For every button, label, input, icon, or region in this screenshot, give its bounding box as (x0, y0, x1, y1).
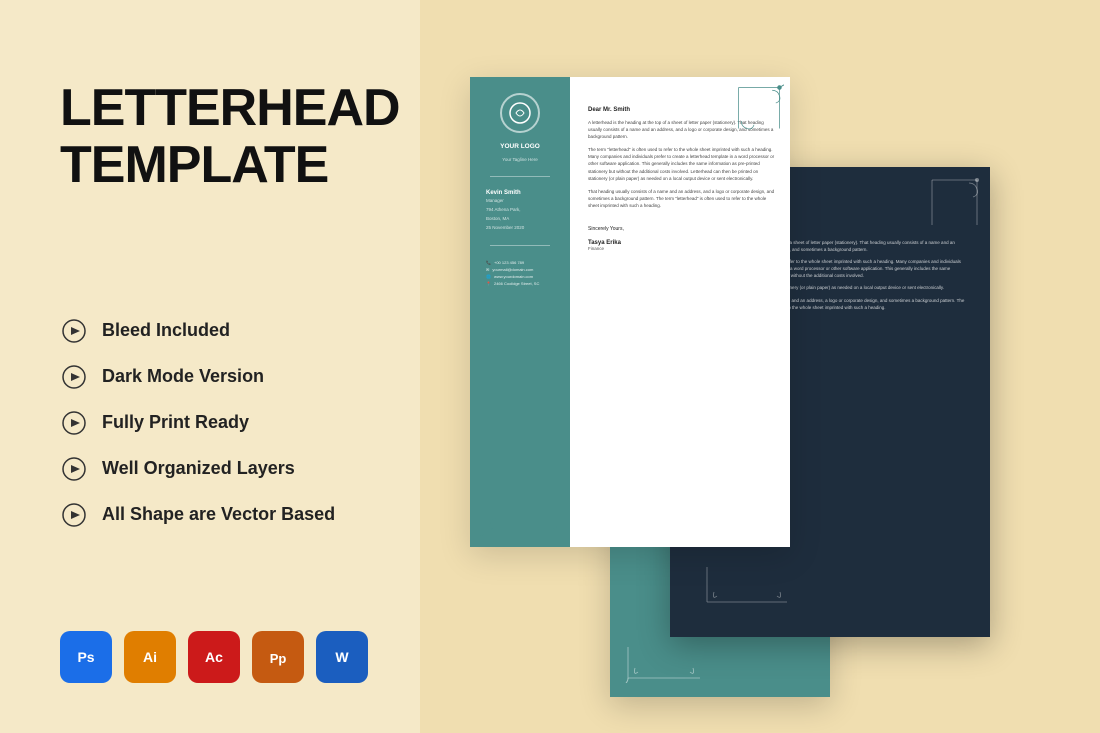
bottom-left-ornament (478, 494, 568, 539)
date: 25 November 2020 (486, 225, 554, 232)
letter-closing: Sincerely Yours, (588, 226, 776, 232)
feature-darkmode-label: Dark Mode Version (102, 366, 264, 387)
divider1 (490, 176, 550, 177)
feature-bleed-label: Bleed Included (102, 320, 230, 341)
layers-icon (60, 455, 88, 483)
sign-role: Finance (588, 246, 776, 251)
powerpoint-icon: Pp (252, 631, 304, 683)
letter-body2: The term "letterhead" is often used to r… (588, 146, 776, 182)
feature-layers: Well Organized Layers (60, 455, 370, 483)
person-title: Manager (486, 198, 554, 205)
address-line2: Boston, MA (486, 216, 554, 223)
website: www.yourdomain.com (494, 274, 533, 279)
address-row: 📍 2466 Coolidge Street, SC (486, 281, 554, 286)
corner-ornament-tr (734, 83, 784, 133)
illustrator-icon: Ai (124, 631, 176, 683)
print-icon (60, 409, 88, 437)
teal-bottom-ornament (624, 643, 704, 683)
page-title: LETTERHEAD TEMPLATE (60, 80, 370, 194)
address-line1: 794 Athena Park, (486, 207, 554, 214)
feature-bleed: Bleed Included (60, 317, 370, 345)
teal-sidebar: YOUR LOGO Your Tagline Here Kevin Smith … (470, 77, 570, 547)
feature-vector: All Shape are Vector Based (60, 501, 370, 529)
contact-methods: 📞 +00 123 456 789 ✉ yourmail@domain.com … (480, 260, 560, 286)
title-line1: LETTERHEAD (60, 79, 400, 137)
svg-text:Pp: Pp (270, 651, 287, 666)
person-name: Kevin Smith (486, 190, 554, 196)
website-row: 🌐 www.yourdomain.com (486, 274, 554, 279)
pages-container: YOUR LOGO Your Tagline Here Kevin Smith … (470, 57, 1050, 677)
features-list: Bleed Included Dark Mode Version Fully (60, 317, 370, 529)
word-icon: W (316, 631, 368, 683)
logo-tagline: Your Tagline Here (502, 157, 538, 162)
email: yourmail@domain.com (492, 267, 533, 272)
divider2 (490, 245, 550, 246)
email-row: ✉ yourmail@domain.com (486, 267, 554, 272)
logo-circle (500, 93, 540, 133)
address-short: 2466 Coolidge Street, SC (494, 281, 539, 286)
feature-vector-label: All Shape are Vector Based (102, 504, 335, 525)
vector-icon (60, 501, 88, 529)
title-line2: TEMPLATE (60, 136, 328, 194)
photoshop-icon: Ps (60, 631, 112, 683)
acrobat-icon: Ac (188, 631, 240, 683)
page-content: Dear Mr. Smith A letterhead is the headi… (578, 77, 790, 547)
dark-bottom-ornament (702, 562, 792, 607)
phone-row: 📞 +00 123 456 789 (486, 260, 554, 265)
page-light: YOUR LOGO Your Tagline Here Kevin Smith … (470, 77, 790, 547)
letter-body3: That heading usually consists of a name … (588, 188, 776, 210)
title-section: LETTERHEAD TEMPLATE (60, 80, 370, 194)
feature-darkmode: Dark Mode Version (60, 363, 370, 391)
software-icons: Ps Ai Ac Pp W (60, 631, 370, 693)
left-panel: LETTERHEAD TEMPLATE Bleed Included (0, 0, 420, 733)
bleed-icon (60, 317, 88, 345)
feature-print-label: Fully Print Ready (102, 412, 249, 433)
darkmode-icon (60, 363, 88, 391)
phone: +00 123 456 789 (494, 260, 524, 265)
contact-info: Kevin Smith Manager 794 Athena Park, Bos… (480, 190, 560, 231)
feature-print: Fully Print Ready (60, 409, 370, 437)
feature-layers-label: Well Organized Layers (102, 458, 295, 479)
logo-text: YOUR LOGO (500, 143, 540, 151)
right-panel: YOUR LOGO Your Tagline Here Kevin Smith … (420, 0, 1100, 733)
